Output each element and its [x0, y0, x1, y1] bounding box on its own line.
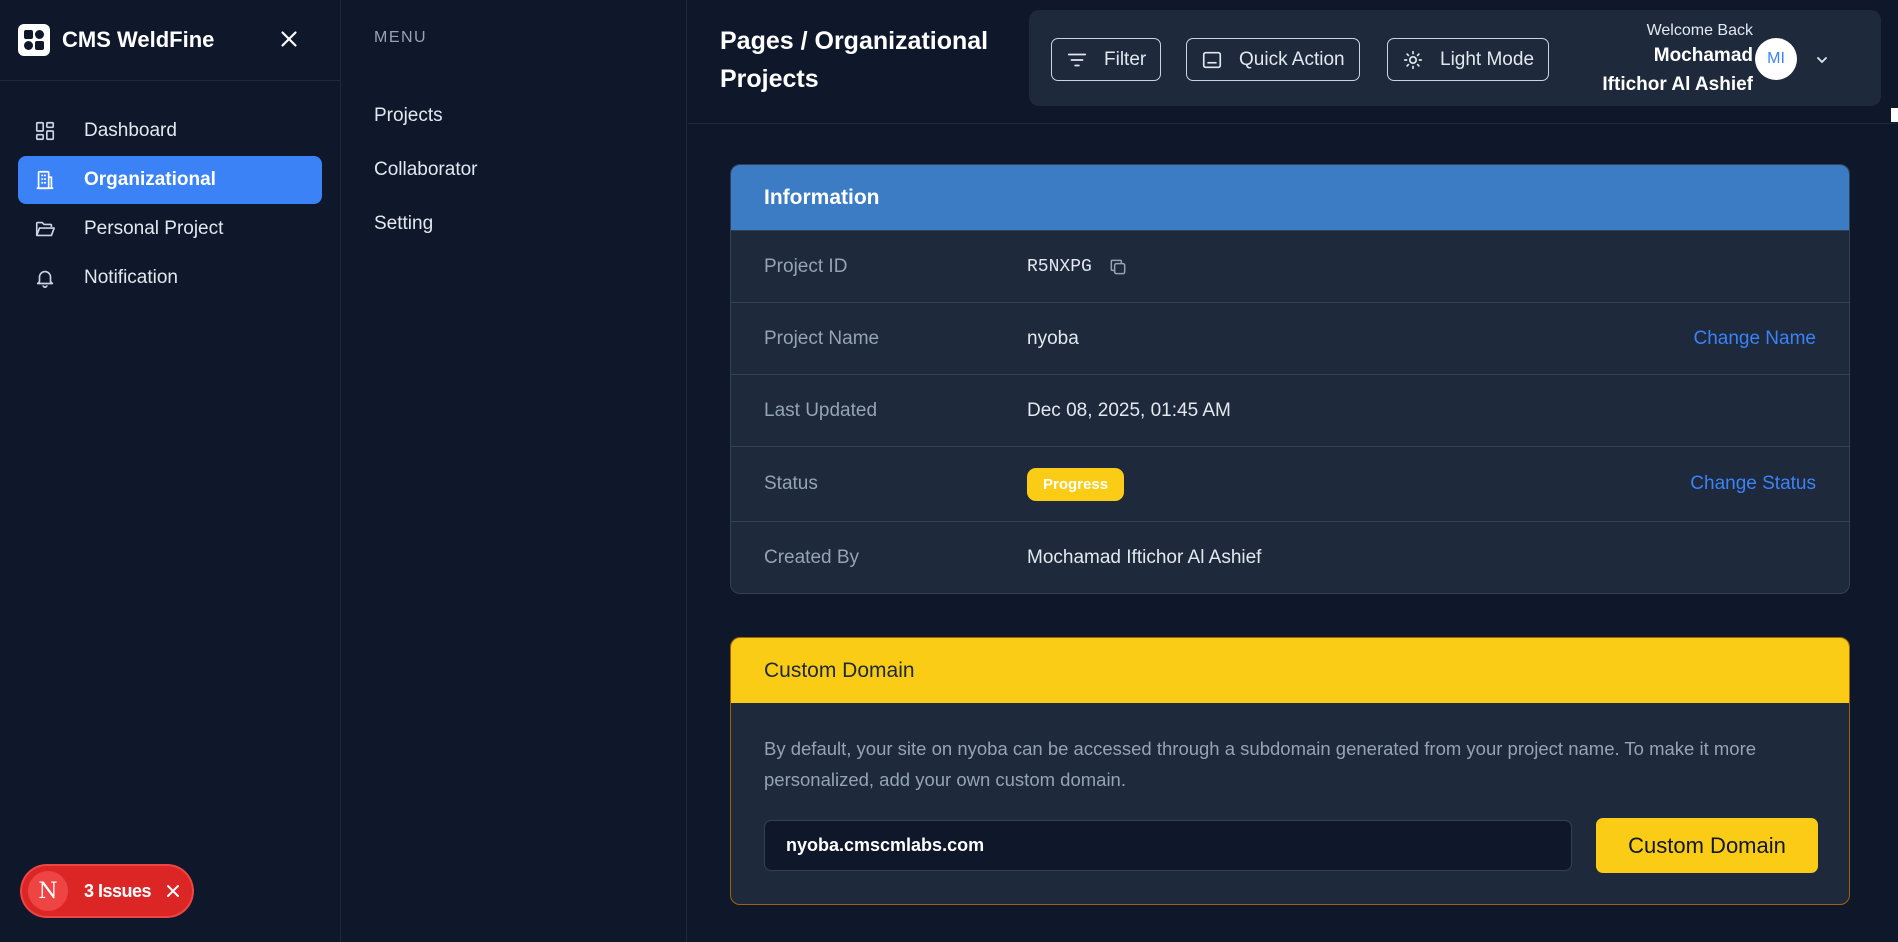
custom-domain-input[interactable]: [764, 820, 1572, 871]
light-mode-button[interactable]: Light Mode: [1387, 38, 1550, 81]
issues-badge[interactable]: N 3 Issues: [22, 866, 192, 916]
project-name-value: nyoba: [1027, 327, 1079, 349]
sidebar-item-label: Notification: [84, 267, 178, 288]
chevron-down-icon[interactable]: [1815, 53, 1829, 67]
toolbar: Filter Quick Action Light Mode Welcome B…: [1029, 10, 1881, 106]
row-project-id: Project ID R5NXPG: [731, 230, 1849, 302]
project-name-label: Project Name: [764, 327, 880, 349]
sidebar-nav: Dashboard Organizational Personal Projec…: [0, 81, 340, 329]
menu-item-collaborator[interactable]: Collaborator: [374, 159, 478, 181]
sidebar-item-notification[interactable]: Notification: [18, 254, 322, 302]
dashboard-grid-icon: [34, 120, 56, 142]
menu-heading: MENU: [374, 29, 428, 46]
avatar[interactable]: MI: [1755, 38, 1797, 80]
filter-button[interactable]: Filter: [1051, 38, 1162, 81]
sidebar-item-label: Organizational: [84, 169, 216, 190]
copy-icon[interactable]: [1108, 257, 1128, 277]
sidebar-item-label: Dashboard: [84, 120, 177, 141]
issues-label: 3 Issues: [84, 880, 152, 901]
row-project-name: Project Name nyoba Change Name: [731, 302, 1849, 374]
close-issues-icon[interactable]: [165, 883, 181, 899]
custom-domain-card: Custom Domain By default, your site on n…: [730, 637, 1850, 905]
quick-action-button[interactable]: Quick Action: [1186, 38, 1360, 81]
brand-title: CMS WeldFine: [62, 27, 215, 52]
filter-icon: [1066, 49, 1088, 71]
custom-domain-button[interactable]: Custom Domain: [1596, 818, 1818, 873]
user-name-line1: Mochamad: [1653, 45, 1753, 66]
monitor-icon: [1201, 49, 1223, 71]
issues-logo-icon: N: [28, 871, 68, 911]
row-status: Status Progress Change Status: [731, 446, 1849, 521]
top-header: Pages / Organizational Projects Filter Q…: [688, 0, 1898, 124]
change-name-link[interactable]: Change Name: [1693, 328, 1816, 350]
change-status-link[interactable]: Change Status: [1690, 473, 1816, 495]
welcome-text: Welcome Back: [1646, 22, 1753, 39]
row-created-by: Created By Mochamad Iftichor Al Ashief: [731, 521, 1849, 593]
user-name-line2: Iftichor Al Ashief: [1602, 74, 1753, 95]
filter-label: Filter: [1104, 48, 1147, 70]
light-mode-label: Light Mode: [1440, 48, 1535, 70]
close-sidebar-icon[interactable]: [276, 26, 302, 52]
page-title: Pages / Organizational Projects: [720, 27, 989, 93]
sidebar-item-dashboard[interactable]: Dashboard: [18, 107, 322, 155]
custom-domain-title: Custom Domain: [731, 638, 1849, 703]
brand-bar: CMS WeldFine: [0, 0, 340, 81]
information-title: Information: [731, 165, 1849, 230]
project-id-value: R5NXPG: [1027, 256, 1092, 277]
quick-action-label: Quick Action: [1239, 48, 1345, 70]
sidebar-item-organizational[interactable]: Organizational: [18, 156, 322, 204]
menu-item-setting[interactable]: Setting: [374, 213, 433, 235]
sidebar: CMS WeldFine Dashboard Organizational Pe…: [0, 0, 341, 942]
scrollbar-thumb[interactable]: [1891, 108, 1898, 122]
row-last-updated: Last Updated Dec 08, 2025, 01:45 AM: [731, 374, 1849, 446]
folder-open-icon: [34, 218, 56, 240]
building-icon: [34, 169, 56, 191]
menu-item-projects[interactable]: Projects: [374, 105, 443, 127]
sun-icon: [1402, 49, 1424, 71]
brand-logo-icon: [18, 24, 50, 56]
sidebar-item-label: Personal Project: [84, 218, 224, 239]
bell-icon: [34, 267, 56, 289]
secondary-menu: MENU Projects Collaborator Setting: [342, 0, 687, 942]
sidebar-item-personal-project[interactable]: Personal Project: [18, 205, 322, 253]
last-updated-label: Last Updated: [764, 399, 878, 421]
last-updated-value: Dec 08, 2025, 01:45 AM: [1027, 399, 1231, 421]
custom-domain-description: By default, your site on nyoba can be ac…: [764, 738, 1757, 790]
project-id-label: Project ID: [764, 255, 848, 277]
status-label: Status: [764, 473, 818, 494]
created-by-value: Mochamad Iftichor Al Ashief: [1027, 547, 1262, 568]
created-by-label: Created By: [764, 547, 860, 568]
status-badge: Progress: [1027, 467, 1125, 501]
information-card: Information Project ID R5NXPG Project Na…: [730, 164, 1850, 594]
user-welcome: Welcome Back Mochamad Iftichor Al Ashief: [1602, 22, 1753, 98]
